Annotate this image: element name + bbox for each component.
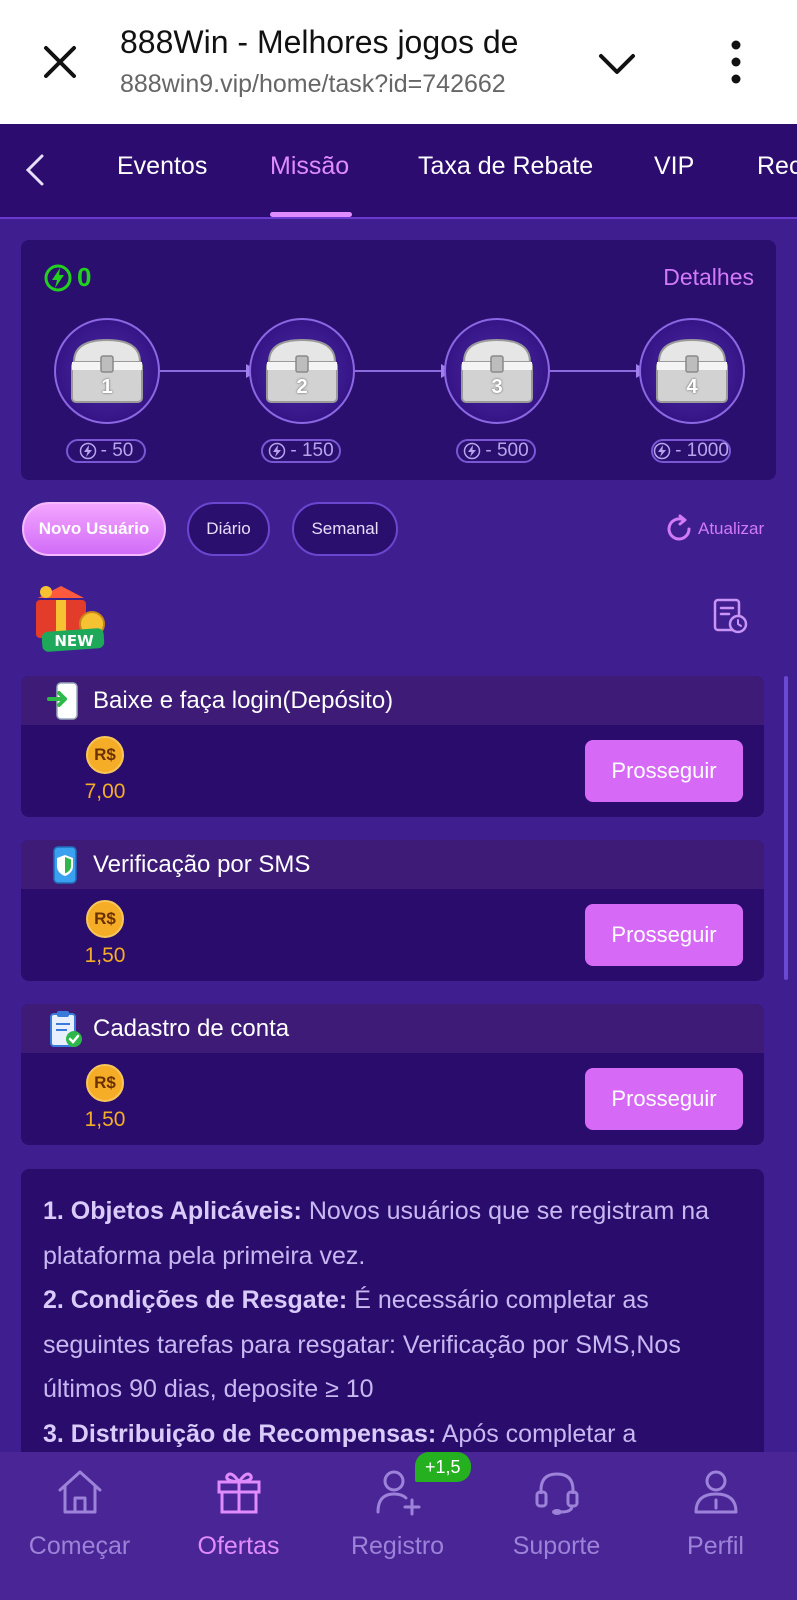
coin-icon: R$ [86,900,124,938]
phone-login-icon [47,681,78,720]
active-tab-indicator [270,212,352,217]
energy-icon [464,442,481,460]
chest-cost-pill: - 50 [66,439,146,463]
headset-icon [535,1472,579,1515]
task-reward: R$ 1,50 [81,900,129,968]
bottom-nav: Começar Ofertas Registro Suporte Perfil [0,1452,797,1600]
clipboard-check-icon [50,1010,82,1047]
chest-cost: - 500 [485,440,529,461]
task-header: Cadastro de conta [21,1004,764,1053]
rule-2-heading: 2. Condições de Resgate: [43,1286,348,1314]
tab-missao[interactable]: Missão [270,152,349,181]
history-record-icon[interactable] [710,596,750,636]
new-badge-text: NEW [54,632,94,650]
energy-icon [653,442,671,460]
nav-label: Perfil [687,1532,744,1560]
chest-progress-panel: 0 Detalhes 1 2 3 4 - 50 - 150 - 500 - 10… [21,240,776,480]
task-card: Verificação por SMS R$ 1,50 Prosseguir [21,840,764,981]
progress-line [160,370,246,372]
filter-semanal[interactable]: Semanal [292,502,398,556]
chest-cost-pill: - 500 [456,439,536,463]
rule-3-heading: 3. Distribuição de Recompensas: [43,1419,437,1448]
nav-label: Suporte [512,1532,601,1560]
filter-novo-usuario[interactable]: Novo Usuário [22,502,166,556]
coin-icon: R$ [86,1064,124,1102]
page-title: 888Win - Melhores jogos de [120,24,519,60]
nav-label: Registro [350,1532,445,1560]
task-header: Verificação por SMS [21,840,764,889]
proceed-button[interactable]: Prosseguir [585,904,743,966]
energy-icon [79,442,96,460]
scrollbar[interactable] [784,676,788,980]
gift-icon [217,1472,261,1514]
chest-cost-pill: - 150 [261,439,341,463]
rules-text: 1. Objetos Aplicáveis: Novos usuários qu… [21,1169,764,1459]
chest-number: 2 [296,376,308,398]
home-icon [58,1470,102,1514]
chest-cost: - 50 [100,440,134,461]
tab-taxa-de-rebate[interactable]: Taxa de Rebate [418,152,593,181]
refresh-icon [667,514,691,541]
chest-cost: - 1000 [675,440,729,461]
filter-diario[interactable]: Diário [187,502,270,556]
chest-4[interactable]: 4 [639,318,745,424]
close-icon[interactable] [40,42,80,82]
progress-line [355,370,441,372]
chest-3[interactable]: 3 [444,318,550,424]
refresh-label: Atualizar [698,519,765,538]
tab-eventos[interactable]: Eventos [117,152,207,181]
task-card: Cadastro de conta R$ 1,50 Prosseguir [21,1004,764,1145]
chest-number: 1 [101,376,113,398]
proceed-button[interactable]: Prosseguir [585,1068,743,1130]
more-vert-icon[interactable] [724,40,748,84]
tab-bar: Eventos Missão Taxa de Rebate VIP Rec [0,124,797,219]
chevron-down-icon[interactable] [597,46,637,82]
task-title: Baixe e faça login(Depósito) [93,686,394,714]
phone-shield-icon [53,845,77,884]
nav-comecar[interactable]: Começar [0,1452,159,1600]
tab-vip[interactable]: VIP [654,152,694,181]
browser-bar: 888Win - Melhores jogos de 888win9.vip/h… [0,0,797,124]
task-reward: R$ 7,00 [81,736,129,804]
chest-2[interactable]: 2 [249,318,355,424]
chest-1[interactable]: 1 [54,318,160,424]
refresh-button[interactable]: Atualizar [664,514,764,544]
register-bonus-badge: +1,5 [415,1452,471,1482]
task-title: Cadastro de conta [93,1014,290,1042]
proceed-button[interactable]: Prosseguir [585,740,743,802]
details-link[interactable]: Detalhes [663,264,754,291]
task-card: Baixe e faça login(Depósito) R$ 7,00 Pro… [21,676,764,817]
task-reward: R$ 1,50 [81,1064,129,1132]
energy-value: 0 [77,262,92,292]
tab-rec[interactable]: Rec [757,152,797,181]
profile-icon [694,1470,738,1514]
energy-counter: 0 [43,262,91,293]
nav-perfil[interactable]: Perfil [636,1452,795,1600]
back-arrow-icon[interactable] [20,152,50,188]
reward-amount: 1,50 [84,1108,126,1131]
coin-icon: R$ [86,736,124,774]
reward-amount: 1,50 [84,944,126,967]
nav-suporte[interactable]: Suporte [477,1452,636,1600]
chest-number: 4 [686,376,698,398]
progress-line [550,370,636,372]
chest-cost: - 150 [290,440,334,461]
nav-ofertas[interactable]: Ofertas [159,1452,318,1600]
nav-label: Começar [28,1532,131,1560]
nav-label: Ofertas [197,1532,280,1560]
energy-icon [269,442,286,460]
rule-3-text: Após completar a [436,1419,637,1448]
reward-amount: 7,00 [84,780,126,803]
task-title: Verificação por SMS [93,850,311,878]
url-text: 888win9.vip/home/task?id=742662 [120,70,506,98]
chest-number: 3 [491,376,503,398]
chest-cost-pill: - 1000 [651,439,731,463]
energy-icon [44,264,72,291]
rule-1-heading: 1. Objetos Aplicáveis: [43,1197,302,1225]
task-header: Baixe e faça login(Depósito) [21,676,764,725]
new-gift-badge-icon: NEW [36,586,105,652]
